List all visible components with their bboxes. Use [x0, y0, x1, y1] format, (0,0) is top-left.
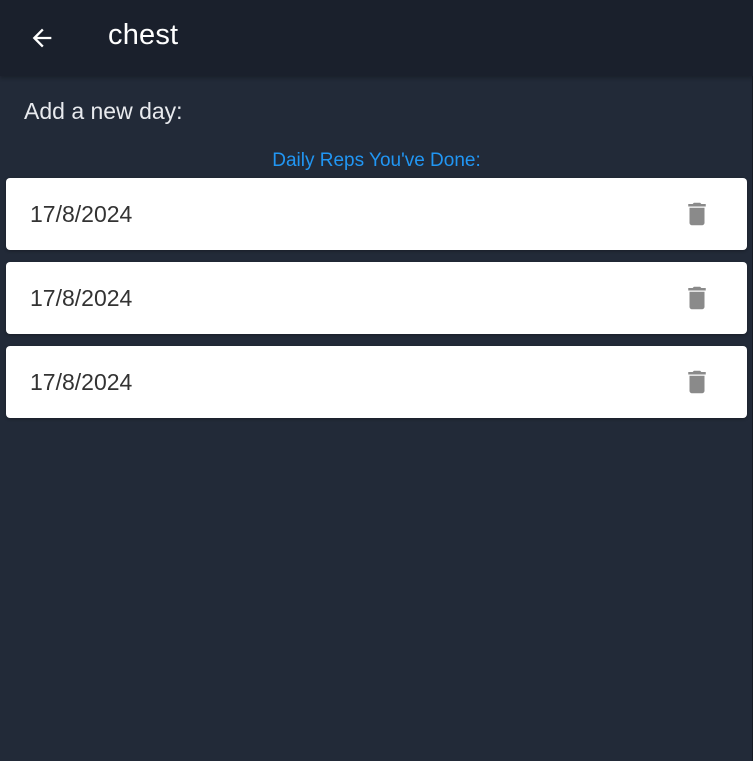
delete-button[interactable] [675, 276, 719, 320]
list-item[interactable]: 17/8/2024 [6, 346, 747, 418]
back-button[interactable] [16, 12, 68, 64]
trash-icon [688, 286, 706, 310]
entry-list: 17/8/2024 17/8/2024 17/8/2024 [6, 178, 747, 430]
delete-button[interactable] [675, 192, 719, 236]
section-heading: Daily Reps You've Done: [272, 150, 481, 171]
trash-icon [688, 370, 706, 394]
add-new-day-button[interactable]: Add a new day: [24, 97, 183, 125]
list-item[interactable]: 17/8/2024 [6, 178, 747, 250]
entry-date: 17/8/2024 [30, 369, 133, 395]
delete-button[interactable] [675, 360, 719, 404]
page-title: chest [108, 19, 179, 51]
entry-date: 17/8/2024 [30, 201, 133, 227]
trash-icon [688, 202, 706, 226]
arrow-left-icon [32, 28, 52, 48]
entry-date: 17/8/2024 [30, 285, 133, 311]
list-item[interactable]: 17/8/2024 [6, 262, 747, 334]
app-bar: chest [0, 0, 753, 76]
